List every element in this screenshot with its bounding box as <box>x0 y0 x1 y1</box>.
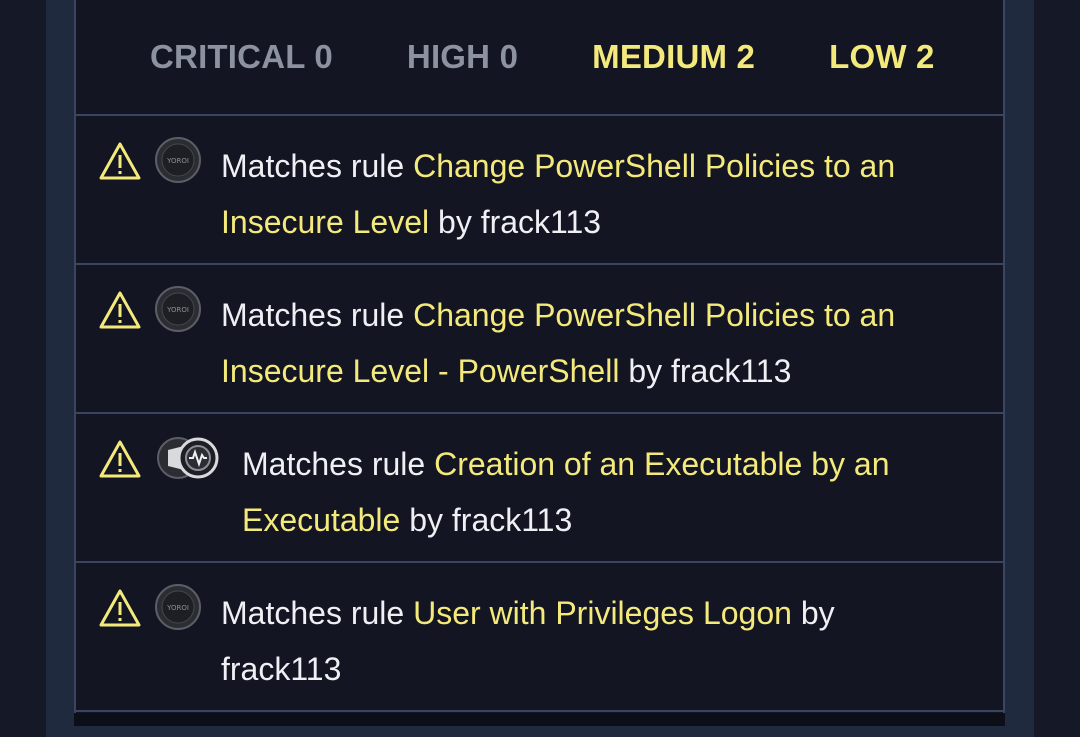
rule-author: by frack113 <box>400 502 573 538</box>
rule-author: by frack113 <box>429 204 602 240</box>
rule-description: Matches rule Creation of an Executable b… <box>242 436 942 548</box>
list-item: YOROI Matches rule Change PowerShell Pol… <box>76 265 1003 414</box>
list-item: YOROI Matches rule Change PowerShell Pol… <box>76 116 1003 265</box>
rule-prefix: Matches rule <box>242 446 435 482</box>
tab-low[interactable]: LOW 2 <box>829 38 935 76</box>
svg-text:YOROI: YOROI <box>166 604 189 612</box>
list-item: YOROI Matches rule User with Privileges … <box>76 563 1003 712</box>
yoroi-badge-icon: YOROI <box>155 137 201 183</box>
panel-bottom-edge <box>74 713 1005 726</box>
severity-tabs: CRITICAL 0 HIGH 0 MEDIUM 2 LOW 2 <box>76 0 1003 116</box>
yoroi-badge-icon: YOROI <box>155 584 201 630</box>
tab-medium[interactable]: MEDIUM 2 <box>592 38 755 76</box>
rule-description: Matches rule Change PowerShell Policies … <box>221 138 941 250</box>
svg-text:YOROI: YOROI <box>166 157 189 165</box>
rule-author: by frack113 <box>619 353 792 389</box>
sigma-results-panel: CRITICAL 0 HIGH 0 MEDIUM 2 LOW 2 YOROI M… <box>74 0 1005 713</box>
tab-high[interactable]: HIGH 0 <box>407 38 518 76</box>
rule-prefix: Matches rule <box>221 297 414 333</box>
list-item: Matches rule Creation of an Executable b… <box>76 414 1003 563</box>
tab-critical[interactable]: CRITICAL 0 <box>150 38 333 76</box>
rule-link[interactable]: User with Privileges Logon <box>413 595 792 631</box>
yoroi-badge-icon: YOROI <box>155 286 201 332</box>
warning-icon <box>99 291 141 329</box>
svg-text:YOROI: YOROI <box>166 306 189 314</box>
warning-icon <box>99 440 141 478</box>
rule-prefix: Matches rule <box>221 595 414 631</box>
warning-icon <box>99 589 141 627</box>
warning-icon <box>99 142 141 180</box>
rule-prefix: Matches rule <box>221 148 414 184</box>
rule-description: Matches rule User with Privileges Logon … <box>221 585 941 697</box>
sandbox-badges-icon <box>157 437 219 479</box>
rule-description: Matches rule Change PowerShell Policies … <box>221 287 941 399</box>
